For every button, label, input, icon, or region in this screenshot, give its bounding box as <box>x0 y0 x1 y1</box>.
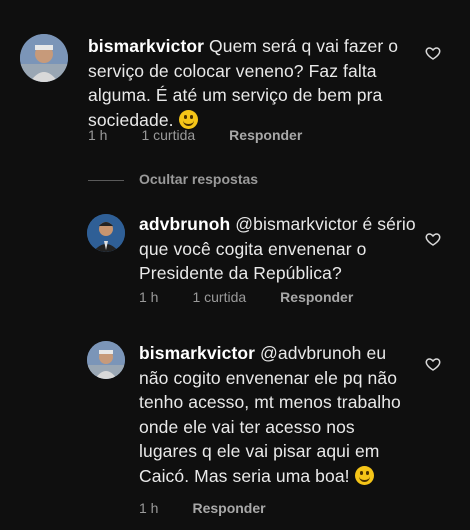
comment-text: bismarkvictor @advbrunoh eu não cogito e… <box>139 341 411 488</box>
hide-replies-button[interactable]: Ocultar respostas <box>139 171 258 187</box>
reply-button[interactable]: Responder <box>280 289 353 305</box>
comment-text: bismarkvictor Quem será q vai fazer o se… <box>88 34 418 132</box>
avatar[interactable] <box>20 34 68 82</box>
comment-body: @advbrunoh eu não cogito envenenar ele p… <box>139 343 401 486</box>
smiling-face-emoji <box>178 109 198 129</box>
heart-outline-icon[interactable] <box>425 231 441 247</box>
comment-meta: 1 h 1 curtida Responder <box>139 289 387 305</box>
avatar[interactable] <box>87 214 125 252</box>
comment-text: advbrunoh @bismarkvictor é sério que voc… <box>139 212 424 286</box>
reply-button[interactable]: Responder <box>229 127 302 143</box>
timestamp: 1 h <box>88 127 108 143</box>
reply-button[interactable]: Responder <box>192 500 265 516</box>
username[interactable]: bismarkvictor <box>139 343 255 363</box>
smiling-face-emoji <box>354 465 374 485</box>
hide-replies-divider <box>88 180 124 181</box>
timestamp: 1 h <box>139 500 159 516</box>
avatar[interactable] <box>87 341 125 379</box>
comment-meta: 1 h Responder <box>139 500 300 516</box>
username[interactable]: advbrunoh <box>139 214 230 234</box>
heart-outline-icon[interactable] <box>425 45 441 61</box>
comment-meta: 1 h 1 curtida Responder <box>88 127 336 143</box>
username[interactable]: bismarkvictor <box>88 36 204 56</box>
heart-outline-icon[interactable] <box>425 356 441 372</box>
likes-count[interactable]: 1 curtida <box>141 127 195 143</box>
likes-count[interactable]: 1 curtida <box>192 289 246 305</box>
timestamp: 1 h <box>139 289 159 305</box>
